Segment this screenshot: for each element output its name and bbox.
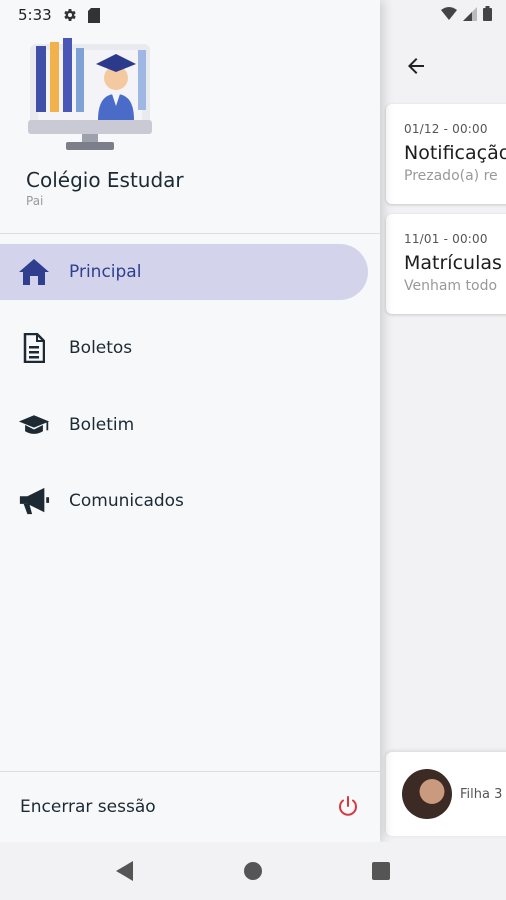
logout-button[interactable]: Encerrar sessão bbox=[0, 780, 380, 834]
notification-card[interactable]: 01/12 - 00:00 Notificação Prezado(a) re bbox=[386, 104, 506, 204]
card-title: Matrículas bbox=[404, 252, 502, 274]
power-icon[interactable] bbox=[336, 795, 360, 819]
menu-label: Boletim bbox=[69, 415, 135, 435]
status-time: 5:33 bbox=[18, 6, 52, 24]
graduation-cap-icon bbox=[18, 409, 50, 441]
status-icons-right bbox=[441, 6, 492, 21]
card-title: Notificação bbox=[404, 142, 506, 164]
child-name: Filha 3 bbox=[460, 786, 503, 802]
divider bbox=[0, 233, 380, 234]
user-role: Pai bbox=[26, 194, 44, 208]
back-arrow-icon[interactable] bbox=[400, 50, 432, 82]
sd-card-icon bbox=[87, 7, 100, 23]
school-name: Colégio Estudar bbox=[26, 168, 184, 192]
notification-card[interactable]: 11/01 - 00:00 Matrículas Venham todo bbox=[386, 214, 506, 314]
status-bar: 5:33 bbox=[18, 6, 100, 24]
nav-recents-icon[interactable] bbox=[369, 859, 393, 883]
system-nav-bar bbox=[0, 842, 506, 900]
child-selector[interactable]: Filha 3 bbox=[386, 752, 506, 836]
logout-label: Encerrar sessão bbox=[20, 797, 156, 817]
document-icon bbox=[18, 332, 50, 364]
menu-label: Boletos bbox=[69, 338, 133, 358]
card-date: 11/01 - 00:00 bbox=[404, 232, 488, 246]
menu-item-boletim[interactable]: Boletim bbox=[0, 397, 368, 453]
card-preview: Prezado(a) re bbox=[404, 168, 498, 184]
megaphone-icon bbox=[18, 485, 50, 517]
settings-gear-icon bbox=[63, 9, 76, 21]
navigation-drawer: 5:33 Colégio Estudar Pai Principal Bolet… bbox=[0, 0, 380, 842]
menu-item-boletos[interactable]: Boletos bbox=[0, 320, 368, 376]
card-preview: Venham todo bbox=[404, 278, 498, 294]
nav-home-icon[interactable] bbox=[241, 859, 265, 883]
school-logo bbox=[28, 38, 152, 150]
signal-icon bbox=[463, 6, 477, 21]
home-icon bbox=[18, 256, 50, 288]
divider bbox=[0, 771, 380, 772]
card-date: 01/12 - 00:00 bbox=[404, 122, 488, 136]
menu-item-comunicados[interactable]: Comunicados bbox=[0, 473, 368, 529]
avatar bbox=[402, 769, 452, 819]
wifi-icon bbox=[441, 6, 457, 20]
nav-back-icon[interactable] bbox=[113, 859, 137, 883]
battery-icon bbox=[483, 6, 492, 21]
menu-label: Principal bbox=[69, 262, 142, 282]
menu-label: Comunicados bbox=[69, 491, 184, 511]
menu-item-principal[interactable]: Principal bbox=[0, 244, 368, 300]
